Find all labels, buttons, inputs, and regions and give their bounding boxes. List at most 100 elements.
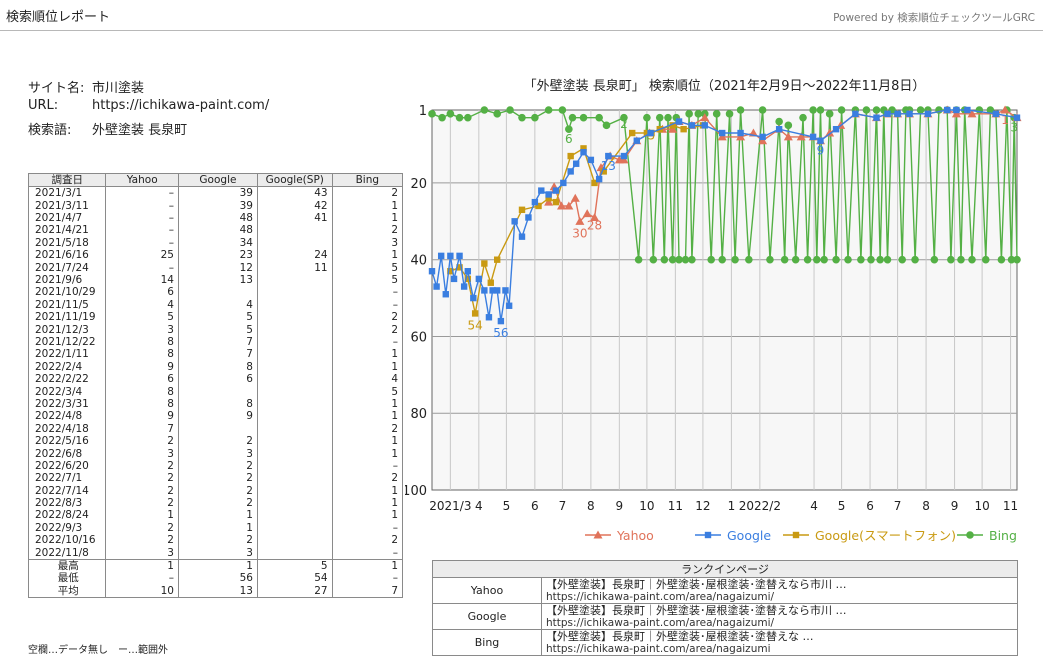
page-url-link[interactable]: https://ichikawa-paint.com/area/nagaizum… bbox=[546, 617, 1013, 629]
table-row: 2022/11/8 3 3– bbox=[27, 546, 404, 560]
cell-date: 2021/3/1 bbox=[27, 186, 107, 200]
cell-bing: 2 bbox=[331, 311, 404, 324]
cell-google-sp bbox=[256, 521, 333, 535]
google-sp-point bbox=[567, 152, 574, 160]
cell-google: 7 bbox=[177, 335, 258, 349]
bing-point bbox=[595, 113, 603, 122]
data-label: 2 bbox=[620, 117, 628, 131]
bing-point bbox=[857, 255, 865, 264]
x-tick-label: 9 bbox=[616, 499, 624, 513]
bing-point bbox=[812, 255, 821, 264]
cell-date: 2022/7/1 bbox=[27, 472, 107, 485]
cell-bing: 5 bbox=[331, 385, 404, 398]
bing-point bbox=[568, 113, 577, 122]
google-point bbox=[647, 129, 654, 137]
google-point bbox=[704, 531, 712, 539]
cell-bing: 2 bbox=[331, 422, 404, 436]
google-point bbox=[470, 294, 477, 302]
site-name-label: サイト名: bbox=[28, 81, 85, 96]
table-row: 2022/2/4 9 8 1 bbox=[27, 360, 404, 374]
page-url-link[interactable]: https://ichikawa-paint.com/area/nagaizum… bbox=[546, 591, 1013, 603]
stat-bing: 7 bbox=[331, 584, 404, 599]
table-row: 2022/8/24 1 1 1 bbox=[27, 509, 404, 522]
google-point bbox=[518, 233, 526, 240]
y-tick-label: 1 bbox=[419, 104, 427, 119]
google-sp-point bbox=[487, 279, 494, 286]
cell-google: 1 bbox=[177, 509, 258, 522]
bing-point bbox=[688, 255, 696, 264]
cell-google-sp bbox=[256, 397, 333, 411]
google-sp-point bbox=[471, 310, 479, 317]
cell-yahoo: 8 bbox=[105, 335, 179, 349]
x-tick-label: 2022/2 bbox=[739, 499, 781, 513]
cell-date: 2021/5/18 bbox=[27, 236, 107, 250]
cell-google-sp bbox=[256, 435, 333, 448]
google-point bbox=[450, 275, 458, 283]
stat-google-sp: 54 bbox=[256, 572, 333, 585]
data-label: 13 bbox=[601, 159, 616, 173]
cell-bing: 1 bbox=[331, 509, 404, 522]
x-tick-label: 4 bbox=[475, 499, 483, 513]
google-point bbox=[481, 287, 488, 294]
stats-row: 平均 10 13 27 7 bbox=[27, 584, 404, 599]
bing-point bbox=[832, 255, 840, 264]
cell-date: 2022/8/24 bbox=[27, 509, 107, 522]
table-row: 2021/9/6 14 13 5 bbox=[27, 273, 404, 287]
cell-date: 2021/6/16 bbox=[27, 249, 107, 262]
cell-google: 8 bbox=[177, 397, 258, 411]
cell-yahoo: 2 bbox=[105, 534, 179, 547]
cell-yahoo: 8 bbox=[105, 385, 179, 398]
cell-bing: 1 bbox=[331, 249, 404, 262]
cell-date: 2022/11/8 bbox=[27, 546, 107, 560]
bing-point bbox=[820, 255, 828, 264]
google-point bbox=[595, 175, 603, 183]
cell-date: 2022/6/20 bbox=[27, 459, 107, 473]
page-url-link[interactable]: https://ichikawa-paint.com/area/nagaizum… bbox=[546, 643, 1013, 655]
bing-point bbox=[844, 255, 852, 264]
cell-bing: 1 bbox=[331, 447, 404, 460]
cell-google-sp: 11 bbox=[256, 261, 333, 274]
google-point bbox=[552, 187, 560, 194]
ranking-table: 調査日 Yahoo Google Google(SP) Bing 2021/3/… bbox=[27, 172, 404, 599]
cell-date: 2021/3/11 bbox=[27, 199, 107, 212]
cell-google: 3 bbox=[177, 447, 258, 460]
bing-point bbox=[799, 113, 807, 122]
cell-yahoo: 5 bbox=[105, 311, 179, 324]
cell-yahoo: 8 bbox=[105, 348, 179, 361]
cell-yahoo: 3 bbox=[105, 323, 179, 336]
cell-bing: – bbox=[331, 546, 404, 560]
x-tick-label: 8 bbox=[922, 499, 930, 513]
column-header-date: 調査日 bbox=[27, 172, 107, 188]
google-point bbox=[992, 110, 1000, 118]
cell-google-sp bbox=[256, 323, 333, 336]
table-row: 2022/6/20 2 2– bbox=[27, 459, 404, 473]
stats-row: 最高 1 1 5 1 bbox=[27, 558, 404, 573]
page-title-link[interactable]: 【外壁塗装】長泉町｜外壁塗装･屋根塗装･塗替えな … bbox=[546, 630, 1013, 643]
bing-point bbox=[766, 255, 774, 264]
cell-google: 5 bbox=[177, 323, 258, 336]
keyword-row: 検索語: 外壁塗装 長泉町 bbox=[28, 119, 187, 138]
stat-google: 1 bbox=[177, 558, 258, 573]
bing-point bbox=[493, 110, 502, 118]
cell-bing: 1 bbox=[331, 397, 404, 411]
stat-label: 最低 bbox=[27, 572, 107, 585]
google-point bbox=[485, 314, 493, 321]
cell-google: 2 bbox=[177, 534, 258, 547]
cell-google: 2 bbox=[177, 484, 258, 497]
cell-bing: 2 bbox=[331, 186, 404, 200]
cell-bing: 2 bbox=[331, 472, 404, 485]
bing-point bbox=[803, 255, 812, 264]
cell-google-sp bbox=[256, 410, 333, 423]
cell-google: 2 bbox=[177, 496, 258, 510]
google-point bbox=[737, 129, 744, 137]
page-title-link[interactable]: 【外壁塗装】長泉町｜外壁塗装･屋根塗装･塗替えなら市川 … bbox=[546, 604, 1013, 617]
report-header: 検索順位レポート Powered by 検索順位チェックツールGRC bbox=[0, 0, 1043, 31]
page-title-link[interactable]: 【外壁塗装】長泉町｜外壁塗装･屋根塗装･塗替えなら市川 … bbox=[546, 578, 1013, 591]
cell-google bbox=[177, 422, 258, 436]
cell-google: 4 bbox=[177, 298, 258, 312]
stat-google-sp: 27 bbox=[256, 584, 333, 599]
bing-point bbox=[455, 113, 464, 122]
cell-date: 2022/6/8 bbox=[27, 447, 107, 460]
google-point bbox=[497, 317, 505, 325]
x-tick-label: 4 bbox=[810, 499, 818, 513]
